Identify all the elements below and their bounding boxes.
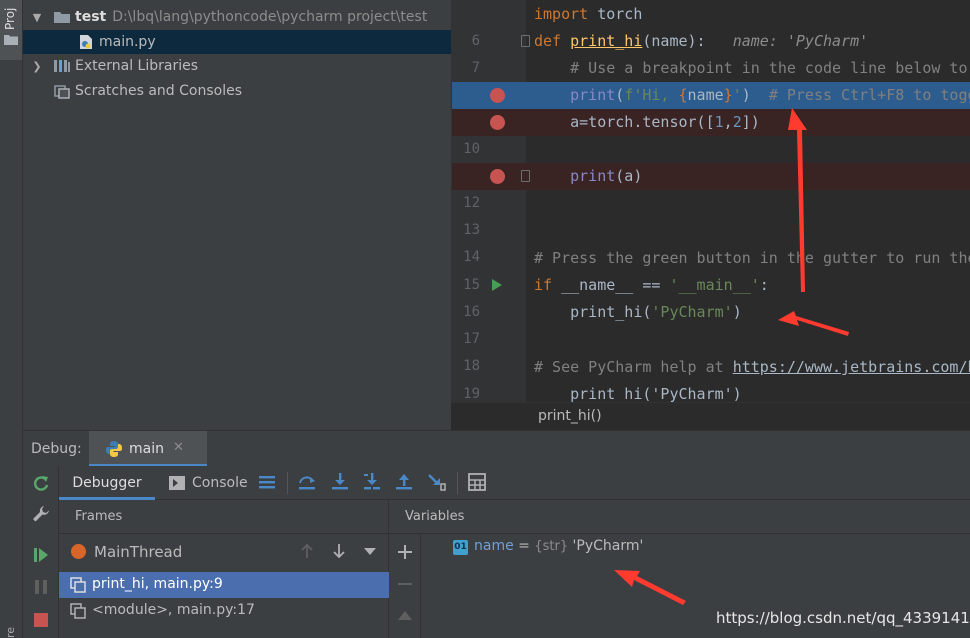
arrow-up-icon[interactable]	[299, 543, 315, 559]
frame-label: print_hi, main.py:9	[92, 576, 223, 592]
tree-item-external-libraries[interactable]: ❯ External Libraries	[23, 54, 451, 78]
step-into-my-code-icon[interactable]	[362, 472, 382, 492]
editor-breadcrumb-bar: print_hi()	[451, 402, 970, 430]
breadcrumb[interactable]: print_hi()	[538, 408, 602, 424]
stop-icon[interactable]	[31, 610, 51, 630]
pause-icon[interactable]	[31, 577, 51, 597]
step-out-icon[interactable]	[394, 472, 414, 492]
variables-title: Variables	[405, 509, 465, 524]
thread-status-icon	[71, 544, 86, 559]
left-tool-strip: Proj re	[0, 0, 23, 638]
variables-header: Variables	[389, 500, 970, 534]
watermark-text: https://blog.csdn.net/qq_43391414	[716, 609, 970, 627]
chevron-right-icon[interactable]: ❯	[29, 60, 45, 73]
run-to-cursor-icon[interactable]	[427, 472, 447, 492]
python-file-icon	[77, 34, 95, 50]
debug-actions-sidebar	[23, 466, 59, 638]
project-path: D:\lbq\lang\pythoncode\pycharm project\t…	[112, 9, 428, 25]
tree-item-label: test	[75, 9, 107, 25]
code-line-13[interactable]: 13	[452, 190, 970, 238]
python-icon	[106, 441, 122, 457]
thread-selector[interactable]: MainThread	[59, 538, 389, 566]
code-line-14[interactable]: 14	[452, 217, 970, 265]
variable-type-icon: 01	[453, 540, 468, 555]
variable-name: name	[474, 538, 514, 554]
code-line-6[interactable]: 6 import torch	[452, 1, 970, 49]
toolbar-separator	[457, 472, 458, 494]
thread-name: MainThread	[94, 543, 183, 561]
resume-icon[interactable]	[31, 545, 51, 565]
toolbar-separator	[287, 472, 288, 494]
debug-session-tab[interactable]: main ✕	[89, 431, 207, 467]
tab-debugger[interactable]: Debugger	[59, 466, 155, 500]
project-tree-panel: ▼ test D:\lbq\lang\pythoncode\pycharm pr…	[23, 0, 451, 430]
arrow-down-icon[interactable]	[331, 543, 347, 559]
code-line-11[interactable]: 11	[452, 136, 970, 184]
remove-watch-icon[interactable]	[397, 576, 413, 592]
code-line-17[interactable]: 17 print_hi('PyCharm')	[452, 299, 970, 347]
help-link[interactable]: https://www.jetbrains.com/help/pycharm/	[733, 358, 970, 376]
rerun-icon[interactable]	[31, 474, 51, 494]
fold-icon[interactable]	[521, 35, 530, 47]
step-into-icon[interactable]	[330, 472, 350, 492]
menu-icon[interactable]	[257, 472, 277, 492]
tree-item-label: main.py	[99, 34, 156, 50]
wrench-icon[interactable]	[31, 504, 51, 524]
breakpoint-icon[interactable]	[490, 88, 505, 103]
debugger-toolbar: Debugger Console	[59, 466, 970, 500]
frame-row[interactable]: <module>, main.py:17	[59, 598, 389, 624]
code-line-18[interactable]: 18	[452, 326, 970, 374]
chevron-down-icon[interactable]	[363, 546, 377, 556]
folder-icon	[4, 35, 18, 45]
frames-panel: Frames MainThread print_hi, main.py:9 <m…	[59, 500, 389, 638]
structure-tool-tab-label[interactable]: re	[4, 620, 17, 638]
scratches-icon	[53, 83, 71, 99]
folder-icon	[53, 9, 71, 25]
frames-title: Frames	[75, 509, 123, 524]
project-tool-tab[interactable]: Proj	[0, 0, 22, 60]
code-editor[interactable]: 6 import torch 7 def print_hi(name): nam…	[451, 0, 970, 402]
frames-header: Frames	[59, 500, 389, 534]
frame-icon	[70, 603, 86, 619]
frame-row[interactable]: print_hi, main.py:9	[59, 572, 389, 598]
code-line-9-current[interactable]: 9 print(f'Hi, {name}') # Press Ctrl+F8 t…	[452, 82, 970, 130]
frame-icon	[70, 577, 86, 593]
library-icon	[53, 58, 71, 74]
debug-session-tab-label: main	[129, 441, 164, 457]
tree-item-test[interactable]: ▼ test D:\lbq\lang\pythoncode\pycharm pr…	[23, 5, 451, 29]
frame-label: <module>, main.py:17	[92, 602, 255, 618]
code-line-8[interactable]: 8 # Use a breakpoint in the code line be…	[452, 55, 970, 103]
debug-label: Debug:	[31, 441, 82, 457]
tab-console[interactable]: Console	[167, 466, 257, 500]
project-tool-tab-label: Proj	[3, 7, 17, 30]
code-line-15[interactable]: 15 # Press the green button in the gutte…	[452, 245, 970, 293]
step-over-icon[interactable]	[297, 472, 317, 492]
debug-tool-window-header: Debug: main ✕	[23, 430, 970, 467]
chevron-down-icon[interactable]: ▼	[29, 11, 45, 24]
tree-item-label: Scratches and Consoles	[75, 83, 242, 99]
evaluate-expression-icon[interactable]	[467, 472, 487, 492]
tree-item-scratches[interactable]: Scratches and Consoles	[23, 79, 451, 103]
code-line-19[interactable]: 19 # See PyCharm help at https://www.jet…	[452, 354, 970, 402]
breakpoint-icon[interactable]	[490, 169, 505, 184]
tree-item-label: External Libraries	[75, 58, 198, 74]
breakpoint-icon[interactable]	[490, 115, 505, 130]
tree-item-main-py[interactable]: main.py	[23, 30, 451, 54]
code-line-7[interactable]: 7 def print_hi(name): name: 'PyCharm'	[452, 28, 970, 76]
console-icon	[169, 476, 185, 490]
variable-value: 'PyCharm'	[568, 538, 644, 554]
close-icon[interactable]: ✕	[173, 440, 184, 455]
move-up-icon[interactable]	[397, 608, 413, 622]
run-gutter-icon[interactable]	[492, 279, 502, 291]
code-line-20[interactable]: 20 print_hi('PyCharm')	[452, 381, 970, 402]
inline-debug-value: name: 'PyCharm'	[732, 32, 869, 50]
variable-type: {str}	[534, 539, 569, 554]
add-watch-icon[interactable]	[397, 544, 413, 560]
code-line-12[interactable]: 12 print(a)	[452, 163, 970, 211]
variables-actions	[389, 534, 421, 638]
code-line-10[interactable]: 10 a=torch.tensor([1,2])	[452, 109, 970, 157]
fold-icon[interactable]	[521, 170, 530, 182]
code-line-16[interactable]: 16 if __name__ == '__main__':	[452, 272, 970, 320]
